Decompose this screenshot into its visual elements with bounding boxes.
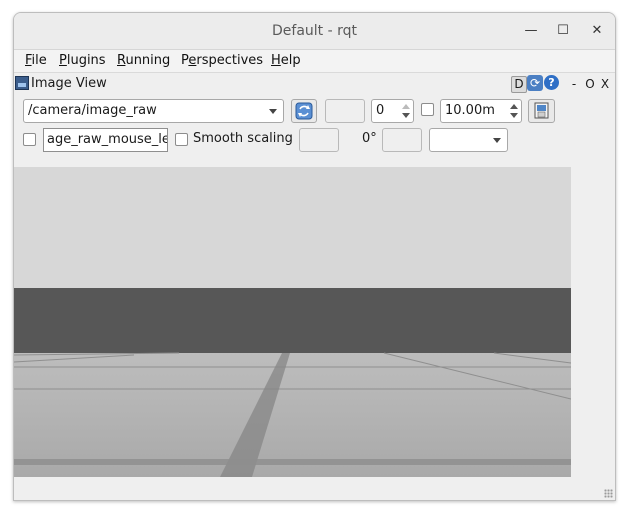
close-icon: ✕ <box>591 23 603 38</box>
menu-help-label: elp <box>280 53 301 68</box>
minimize-icon: — <box>524 23 538 38</box>
menu-perspectives-label: rspectives <box>196 53 264 68</box>
topic-value: /camera/image_raw <box>28 103 157 118</box>
topic-combobox[interactable]: /camera/image_raw <box>23 99 284 123</box>
minimize-button[interactable]: — <box>522 22 540 40</box>
menu-plugins[interactable]: Plugins <box>59 52 106 70</box>
smooth-scaling-checkbox[interactable] <box>175 133 188 146</box>
spin-down-icon[interactable] <box>510 113 518 118</box>
resize-grip[interactable] <box>604 489 613 498</box>
wall-region <box>14 288 571 353</box>
refresh-topics-button[interactable] <box>291 99 317 123</box>
dock-minimize-button[interactable]: - <box>569 75 579 93</box>
chevron-down-icon <box>269 109 277 114</box>
menu-running-label: unning <box>125 53 171 68</box>
menu-plugins-label: lugins <box>66 53 106 68</box>
refresh-icon[interactable]: ⟳ <box>527 75 543 91</box>
dynamic-range-checkbox[interactable] <box>421 103 434 116</box>
camera-image <box>14 167 571 477</box>
save-icon <box>534 102 549 119</box>
sky-region <box>14 167 571 288</box>
spin-down-icon[interactable] <box>402 113 410 118</box>
menu-file[interactable]: File <box>25 52 47 70</box>
smooth-scaling-label: Smooth scaling <box>193 131 293 146</box>
spin-value: 0 <box>376 103 385 118</box>
image-view-icon <box>15 76 29 90</box>
maximize-icon: ☐ <box>557 23 569 38</box>
rotate-left-button[interactable] <box>299 128 339 152</box>
value-spinbox[interactable]: 0 <box>371 99 414 123</box>
dock-title: Image View <box>31 76 107 91</box>
dock-float-button[interactable]: O <box>584 75 596 93</box>
mouse-topic-input[interactable]: age_raw_mouse_left <box>43 128 168 152</box>
dock-title-bar[interactable]: Image View D ⟳ ? - O X <box>14 73 615 95</box>
maximize-button[interactable]: ☐ <box>554 22 572 40</box>
spin-up-icon[interactable] <box>402 104 410 109</box>
publish-click-checkbox[interactable] <box>23 133 36 146</box>
help-icon[interactable]: ? <box>544 75 559 90</box>
spin-up-icon[interactable] <box>510 104 518 109</box>
color-scheme-combobox[interactable] <box>429 128 508 152</box>
max-range-value: 10.00m <box>445 103 495 118</box>
max-range-spinbox[interactable]: 10.00m <box>440 99 522 123</box>
save-image-button[interactable] <box>528 99 555 123</box>
menu-help-mnemonic: H <box>271 53 281 68</box>
menu-help[interactable]: Help <box>271 52 301 70</box>
floor-shadow-band <box>14 459 571 465</box>
zoom-button[interactable] <box>325 99 365 123</box>
dock-close-button[interactable]: X <box>599 75 611 93</box>
title-bar[interactable]: Default - rqt — ☐ ✕ <box>14 13 615 50</box>
close-button[interactable]: ✕ <box>588 22 606 40</box>
rotation-label: 0° <box>362 131 377 146</box>
floor-region <box>14 353 571 477</box>
rqt-window: Default - rqt — ☐ ✕ File Plugins Running… <box>13 12 616 501</box>
menu-file-label: ile <box>31 53 47 68</box>
menu-plugins-mnemonic: P <box>59 53 67 68</box>
menu-bar: File Plugins Running Perspectives Help <box>14 50 615 73</box>
refresh-icon <box>295 102 313 120</box>
rotate-right-button[interactable] <box>382 128 422 152</box>
image-viewport[interactable] <box>14 167 571 477</box>
dock-d-button[interactable]: D <box>511 76 527 93</box>
menu-running[interactable]: Running <box>117 52 170 70</box>
menu-perspectives[interactable]: Perspectives <box>181 52 263 70</box>
chevron-down-icon <box>493 138 501 143</box>
